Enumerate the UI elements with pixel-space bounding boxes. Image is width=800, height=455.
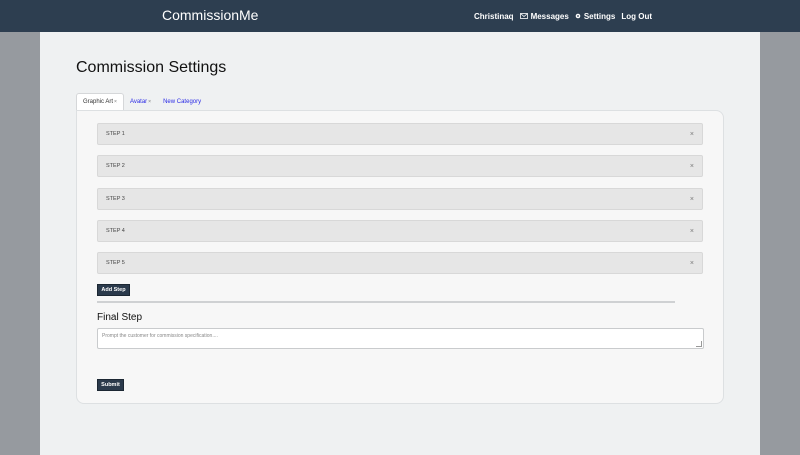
close-icon[interactable]: × bbox=[690, 196, 694, 203]
step-item[interactable]: STEP 3 × bbox=[97, 188, 703, 210]
step-item[interactable]: STEP 5 × bbox=[97, 252, 703, 274]
nav-settings-label: Settings bbox=[583, 11, 616, 21]
settings-panel: STEP 1 × STEP 2 × STEP 3 × STEP 4 × STEP… bbox=[76, 110, 724, 404]
nav-logout-link[interactable]: Log Out bbox=[621, 12, 652, 21]
close-icon[interactable]: × bbox=[690, 228, 694, 235]
close-icon[interactable]: × bbox=[690, 163, 694, 170]
step-label: STEP 1 bbox=[106, 131, 125, 137]
close-icon[interactable]: × bbox=[690, 260, 694, 267]
step-item[interactable]: STEP 4 × bbox=[97, 220, 703, 242]
nav-links: Christinaq Messages Settings Log Out bbox=[474, 0, 658, 32]
tab-label: New Category bbox=[163, 99, 202, 105]
category-tabs: Graphic Art × Avatar × New Category bbox=[76, 93, 207, 110]
add-step-button[interactable]: Add Step bbox=[97, 284, 130, 296]
tab-graphic-art[interactable]: Graphic Art × bbox=[76, 93, 124, 110]
tab-avatar[interactable]: Avatar × bbox=[124, 94, 157, 110]
gear-icon bbox=[575, 13, 581, 19]
envelope-icon bbox=[519, 13, 528, 19]
step-item[interactable]: STEP 1 × bbox=[97, 123, 703, 145]
step-label: STEP 4 bbox=[106, 228, 125, 234]
close-icon[interactable]: × bbox=[690, 131, 694, 138]
divider bbox=[97, 301, 675, 303]
close-icon[interactable]: × bbox=[148, 99, 151, 105]
step-item[interactable]: STEP 2 × bbox=[97, 155, 703, 177]
step-label: STEP 5 bbox=[106, 260, 125, 266]
main-content: Commission Settings Graphic Art × Avatar… bbox=[40, 32, 760, 455]
resize-handle-icon[interactable] bbox=[696, 341, 702, 347]
submit-button[interactable]: Submit bbox=[97, 379, 124, 391]
tab-label: Graphic Art bbox=[83, 99, 114, 105]
nav-user-link[interactable]: Christinaq bbox=[474, 12, 514, 21]
step-label: STEP 3 bbox=[106, 196, 125, 202]
close-icon[interactable]: × bbox=[114, 99, 117, 105]
page-title: Commission Settings bbox=[76, 59, 227, 76]
brand-logo[interactable]: CommissionMe bbox=[162, 7, 258, 23]
tab-new-category[interactable]: New Category bbox=[157, 94, 207, 110]
nav-messages-label: Messages bbox=[530, 11, 569, 21]
tab-label: Avatar bbox=[129, 99, 148, 105]
final-step-placeholder: Prompt the customer for commission speci… bbox=[102, 333, 218, 339]
nav-settings-link[interactable]: Settings bbox=[575, 11, 616, 21]
top-navbar: CommissionMe Christinaq Messages Setting… bbox=[0, 0, 800, 32]
final-step-input[interactable]: Prompt the customer for commission speci… bbox=[97, 328, 704, 349]
step-label: STEP 2 bbox=[106, 163, 125, 169]
final-step-title: Final Step bbox=[97, 312, 143, 323]
nav-messages-link[interactable]: Messages bbox=[519, 11, 569, 21]
